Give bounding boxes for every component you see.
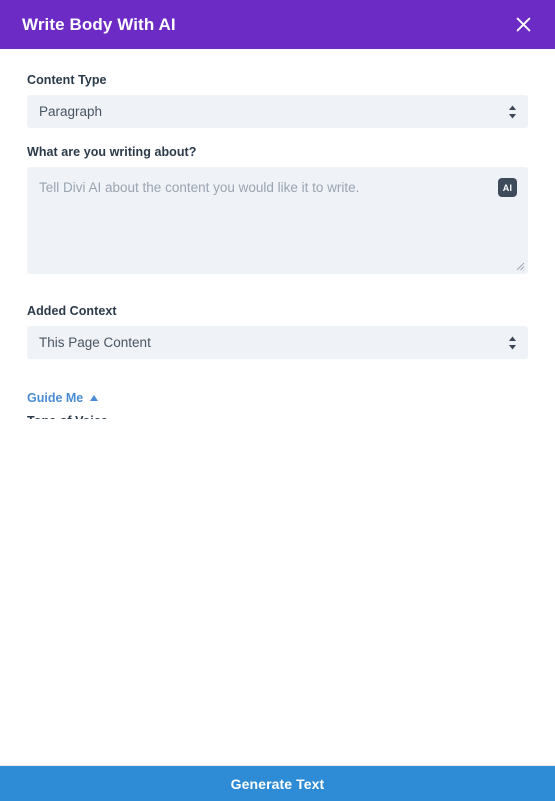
generate-text-button[interactable]: Generate Text [0,765,555,801]
generate-text-label: Generate Text [230,775,325,792]
added-context-select[interactable] [27,326,528,359]
field-added-context: Added Context [27,304,528,359]
content-type-label: Content Type [27,73,107,87]
content-type-select[interactable] [27,95,528,128]
footer-spacer [0,419,555,765]
prompt-textarea[interactable] [27,167,528,274]
added-context-label: Added Context [27,304,117,318]
resize-handle-icon[interactable] [515,261,525,271]
modal-header: Write Body With AI [0,0,555,49]
caret-up-icon [90,395,99,401]
guide-me-toggle[interactable]: Guide Me [27,391,99,405]
page-title: Write Body With AI [22,15,176,34]
ai-badge-icon[interactable]: AI [498,178,517,197]
field-prompt: What are you writing about? AI [27,145,528,274]
prompt-wrapper: AI [27,167,528,274]
field-content-type: Content Type [27,73,528,128]
close-button[interactable] [509,11,537,39]
prompt-label: What are you writing about? [27,145,197,159]
write-body-with-ai-modal: Write Body With AI Content Type Paragrap… [0,0,555,801]
guide-me-label: Guide Me [27,391,84,405]
content-type-select-wrapper[interactable] [27,95,528,128]
close-icon [516,17,531,32]
modal-body: Content Type What are you writing about?… [0,49,555,419]
added-context-select-wrapper[interactable] [27,326,528,359]
